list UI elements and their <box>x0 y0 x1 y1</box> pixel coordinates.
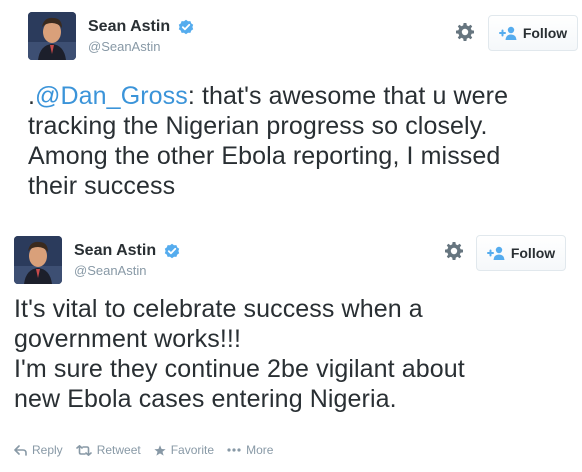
author-fullname[interactable]: Sean Astin <box>74 242 156 260</box>
tweet-actions: Reply Retweet Favorite More <box>14 443 286 457</box>
add-user-icon <box>486 246 505 260</box>
tweet-text-line-4: new Ebola cases entering Nigeria. <box>14 385 397 413</box>
follow-button[interactable]: Follow <box>476 235 566 271</box>
tweet-text-line-1-rest: : that's awesome that u were <box>187 82 509 110</box>
retweet-button[interactable]: Retweet <box>75 443 141 457</box>
tweet-text-line-4: their success <box>28 172 176 200</box>
avatar[interactable] <box>28 12 76 60</box>
reply-button[interactable]: Reply <box>14 443 63 457</box>
star-icon <box>154 444 166 456</box>
avatar[interactable] <box>14 236 62 284</box>
reply-icon <box>14 444 27 456</box>
verified-badge-icon <box>164 243 179 259</box>
author-block: Sean Astin @SeanAstin <box>74 242 180 278</box>
tweet-text-line-3: Among the other Ebola reporting, I misse… <box>28 142 501 170</box>
author-fullname[interactable]: Sean Astin <box>88 18 170 36</box>
more-label: More <box>246 443 274 457</box>
tweet-text-line-2: government works!!! <box>14 325 241 353</box>
gear-icon[interactable] <box>444 241 464 261</box>
favorite-button[interactable]: Favorite <box>154 443 214 457</box>
tweet-text-prefix: . <box>28 82 36 110</box>
author-screenname[interactable]: @SeanAstin <box>88 39 194 54</box>
tweet-text-line-1: .@Dan_Gross: that's awesome that u were <box>28 81 573 111</box>
tweet-text-line-3: I'm sure they continue 2be vigilant abou… <box>14 355 465 383</box>
follow-label: Follow <box>510 245 556 261</box>
avatar-portrait <box>14 236 62 284</box>
retweet-label: Retweet <box>96 443 141 457</box>
author-screenname[interactable]: @SeanAstin <box>74 263 180 278</box>
author-block: Sean Astin @SeanAstin <box>88 18 194 54</box>
gear-icon[interactable] <box>455 22 475 42</box>
more-button[interactable]: More <box>227 443 273 457</box>
verified-badge-icon <box>178 19 193 35</box>
tweet-text-line-2: tracking the Nigerian progress so closel… <box>28 112 488 140</box>
add-user-icon <box>498 26 517 40</box>
follow-button[interactable]: Follow <box>488 15 578 51</box>
tweet-text: It's vital to celebrate success when a g… <box>14 294 574 414</box>
tweet-1: Sean Astin @SeanAstin Follow .@Dan_Gross… <box>0 0 582 228</box>
reply-label: Reply <box>32 443 63 457</box>
follow-label: Follow <box>522 25 568 41</box>
favorite-label: Favorite <box>170 443 215 457</box>
mention-link[interactable]: @Dan_Gross <box>35 82 188 110</box>
more-dots-icon <box>227 448 241 452</box>
tweet-text: .@Dan_Gross: that's awesome that u were … <box>28 81 573 201</box>
avatar-portrait <box>28 12 76 60</box>
tweet-2: Sean Astin @SeanAstin Follow It's vital … <box>0 228 582 472</box>
tweet-text-line-1: It's vital to celebrate success when a <box>14 295 423 323</box>
retweet-icon <box>75 444 92 456</box>
